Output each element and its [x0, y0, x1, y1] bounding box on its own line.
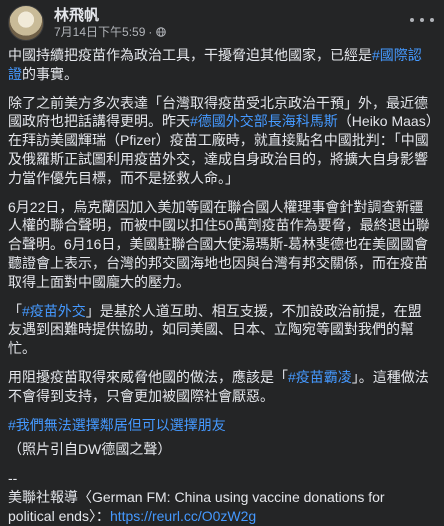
paragraph-7: （照片引自DW德國之聲） [8, 440, 434, 459]
meta-separator: · [148, 25, 153, 39]
paragraph-6: #我們無法選擇鄰居但可以選擇朋友 [8, 416, 434, 435]
more-dot [410, 18, 414, 22]
more-dot [430, 18, 434, 22]
hashtag-choose-friends[interactable]: #我們無法選擇鄰居但可以選擇朋友 [8, 417, 226, 433]
paragraph-text: 「 [8, 302, 22, 319]
hashtag-heiko-maas[interactable]: #德國外交部長海科馬斯 [190, 113, 338, 129]
post-meta: 7月14日下午5:59 · [54, 25, 167, 39]
paragraph-1: 中國持續把疫苗作為政治工具，干擾脅迫其他國家，已經是#國際認證的事實。 [8, 46, 434, 84]
post-header: 林飛帆 7月14日下午5:59 · [8, 0, 436, 42]
paragraph-5: 用阻擾疫苗取得來威脅他國的做法，應該是「#疫苗霸凌」。這種做法不會得到支持，只會… [8, 368, 434, 406]
post-timestamp[interactable]: 7月14日下午5:59 [54, 25, 145, 39]
more-options-icon[interactable] [410, 12, 434, 28]
hashtag-vaccine-bullying[interactable]: #疫苗霸凌 [288, 369, 352, 385]
paragraph-text: 用阻擾疫苗取得來威脅他國的做法，應該是「 [8, 368, 288, 385]
paragraph-text: 6月22日，烏克蘭因加入美加等國在聯合國人權理事會針對調查新疆人權的聯合聲明，而… [8, 198, 430, 290]
hashtag-vaccine-diplomacy[interactable]: #疫苗外交 [22, 303, 86, 319]
globe-icon[interactable] [156, 27, 167, 37]
separator-dashes: -- [8, 470, 18, 487]
paragraph-2: 除了之前美方多次表達「台灣取得疫苗受北京政治干預」外，最近德國政府也把話講得更明… [8, 94, 434, 188]
paragraph-text: 中國持續把疫苗作為政治工具，干擾脅迫其他國家，已經是 [8, 47, 372, 63]
article-link[interactable]: https://reurl.cc/O0zW2g [110, 508, 256, 524]
post-header-text: 林飛帆 7月14日下午5:59 · [54, 7, 167, 39]
author-name[interactable]: 林飛帆 [54, 7, 166, 25]
paragraph-4: 「#疫苗外交」是基於人道互助、相互支援，不加設政治前提，在盟友遇到困難時提供協助… [8, 302, 434, 358]
paragraph-3: 6月22日，烏克蘭因加入美加等國在聯合國人權理事會針對調查新疆人權的聯合聲明，而… [8, 198, 434, 292]
paragraph-text: 的事實。 [22, 65, 78, 82]
post-body: 中國持續把疫苗作為政治工具，干擾脅迫其他國家，已經是#國際認證的事實。 除了之前… [8, 46, 436, 526]
more-dot [420, 18, 424, 22]
facebook-post: 林飛帆 7月14日下午5:59 · 中國持續把疫苗作為政治工具，干擾脅迫其他國家… [0, 0, 444, 524]
photo-credit: （照片引自DW德國之聲） [8, 441, 172, 458]
paragraph-8: -- 美聯社報導〈German FM: China using vaccine d… [8, 469, 434, 525]
author-avatar[interactable] [8, 5, 44, 41]
